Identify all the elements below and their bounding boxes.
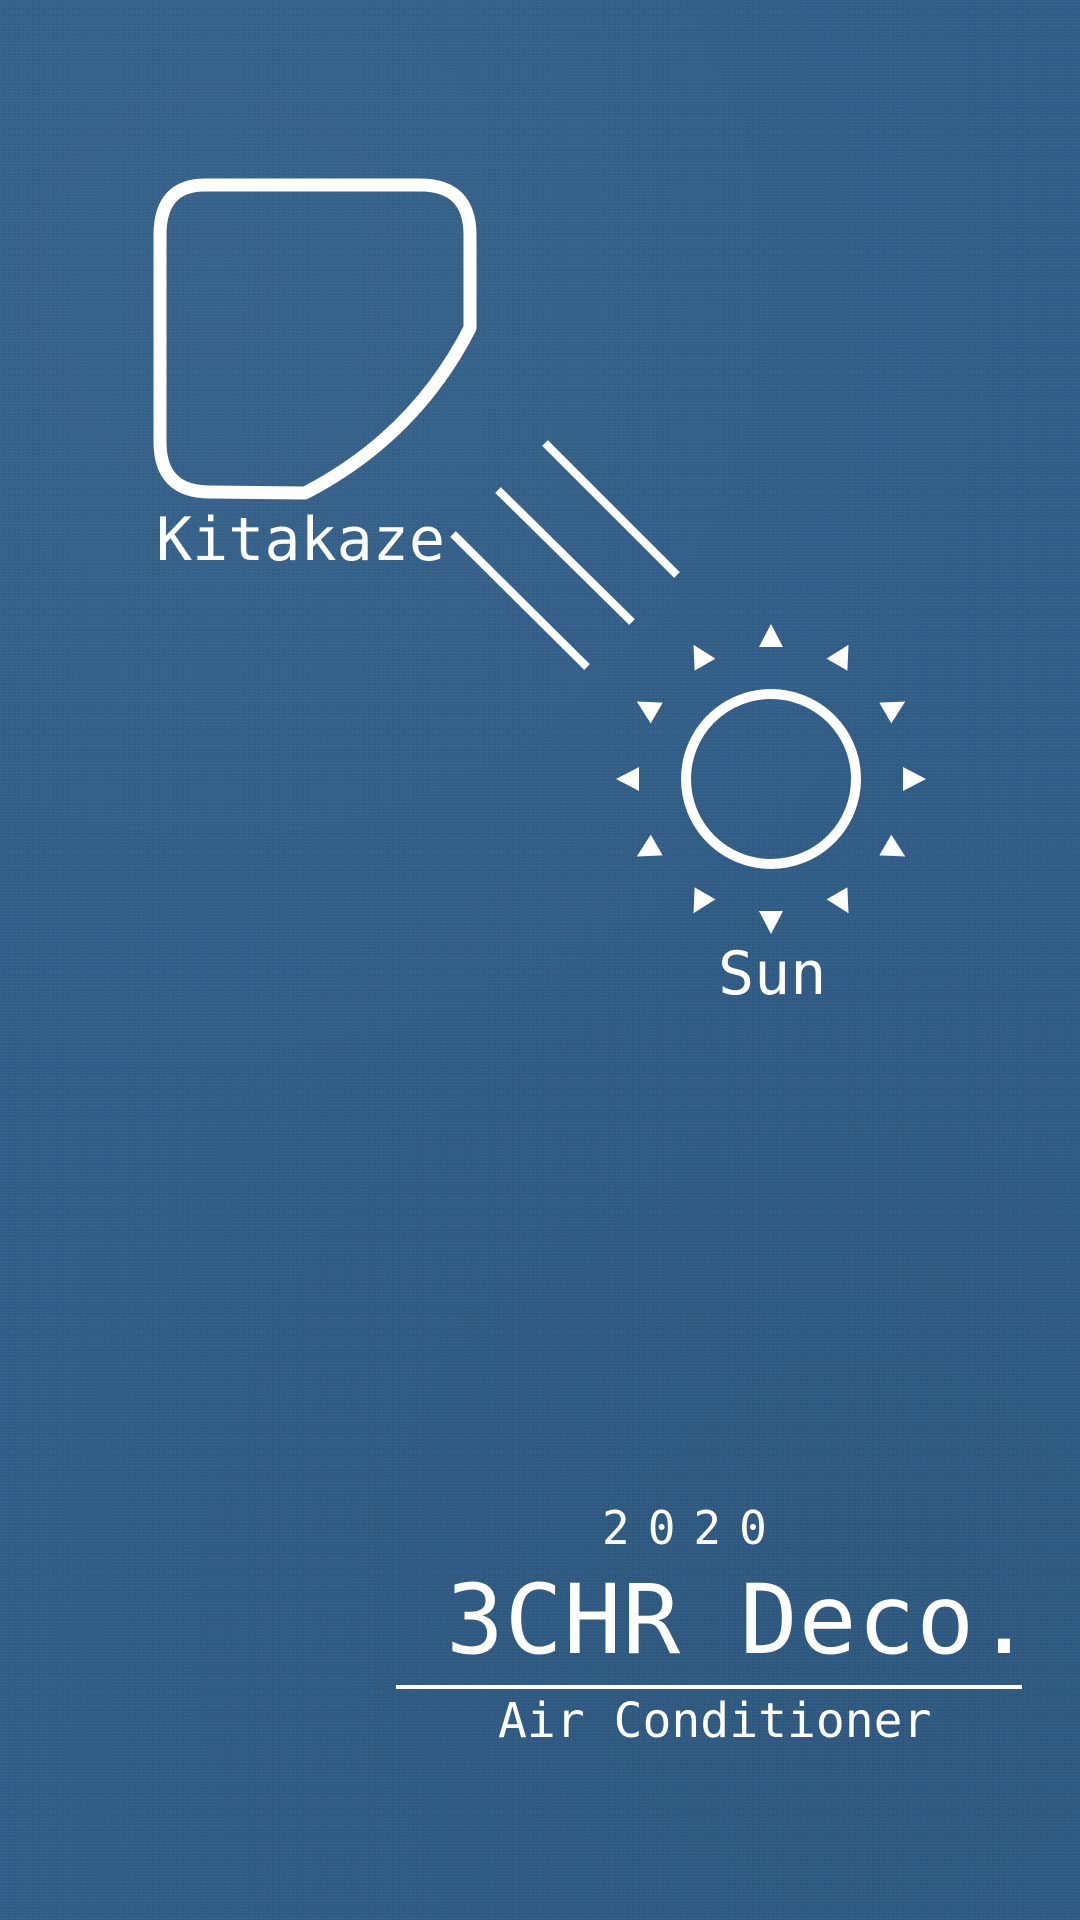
device-label: Kitakaze bbox=[156, 505, 445, 575]
product-subtitle: Air Conditioner bbox=[498, 1693, 932, 1749]
year-label: 2020 bbox=[602, 1501, 785, 1555]
brand-title: 3CHR Deco. bbox=[446, 1564, 1034, 1676]
sun-label: Sun bbox=[718, 939, 827, 1009]
airflow-lines-icon bbox=[450, 440, 680, 670]
divider bbox=[396, 1685, 1022, 1689]
sun-icon bbox=[616, 624, 926, 934]
sun-disc bbox=[681, 689, 861, 869]
air-conditioner-vent-icon bbox=[153, 178, 477, 500]
poster: Kitakaze Sun 2020 3CHR Deco. Air Conditi… bbox=[0, 0, 1080, 1920]
sun-rays bbox=[616, 624, 926, 934]
